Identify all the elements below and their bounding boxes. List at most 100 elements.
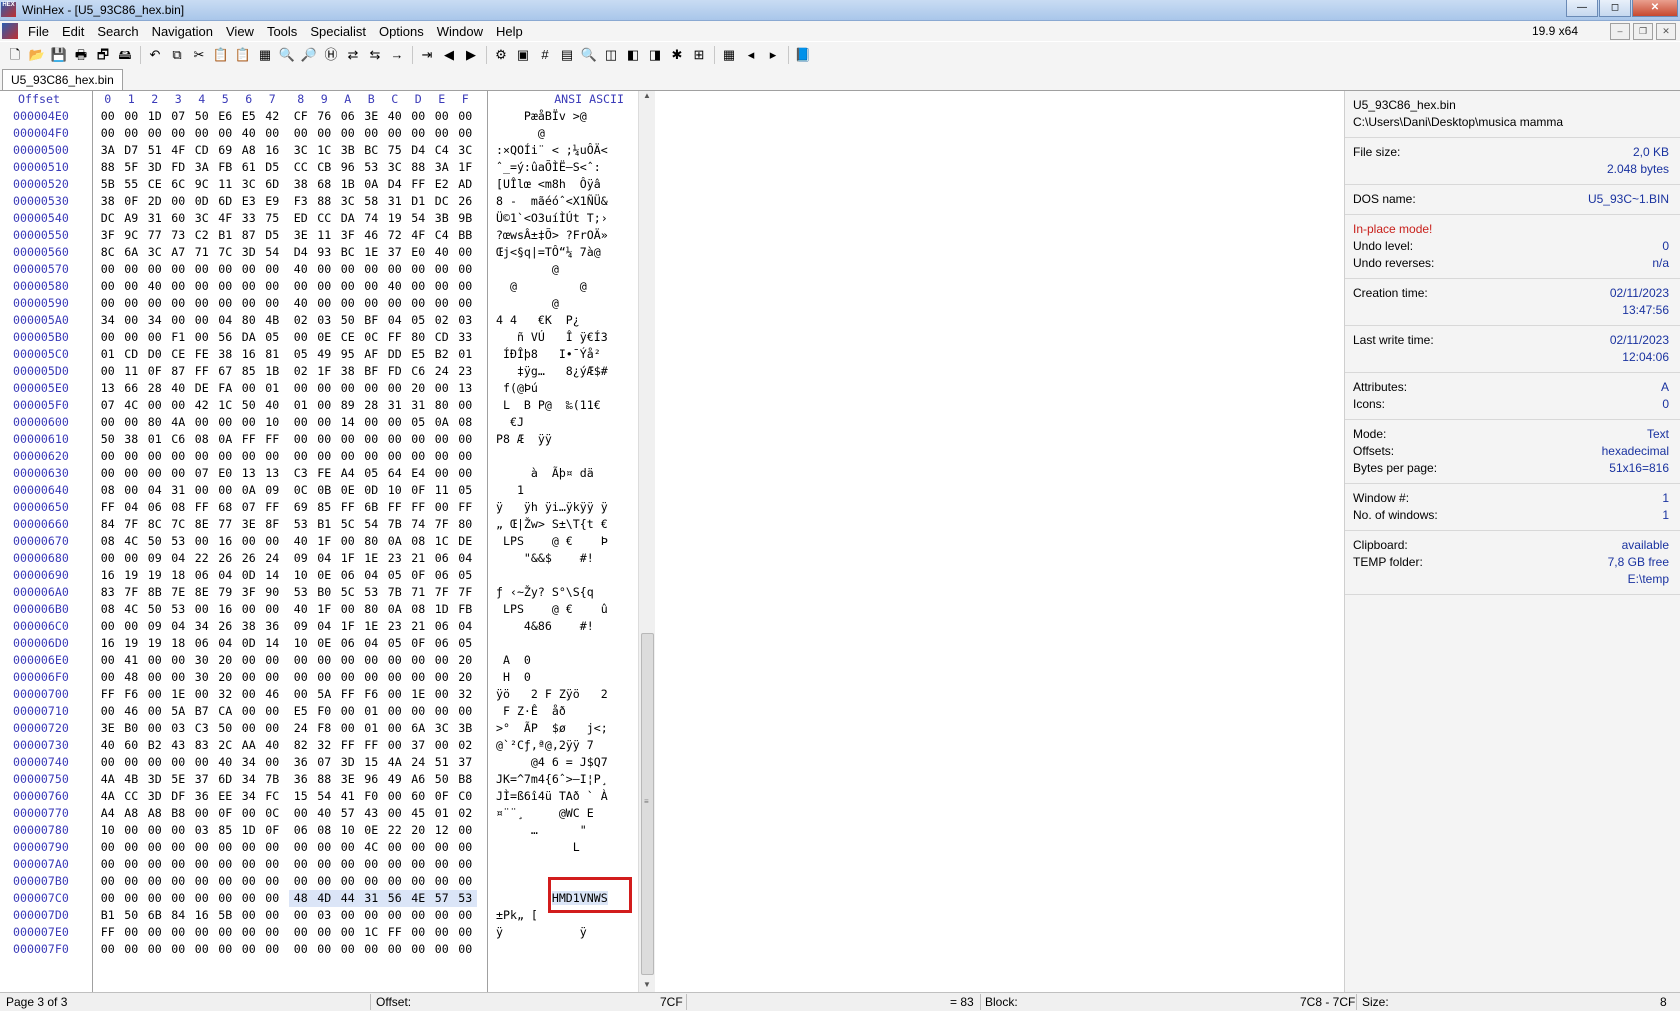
hex-byte[interactable]: 53 [289,584,313,601]
hex-byte[interactable]: 00 [96,839,120,856]
hex-byte[interactable]: 54 [407,210,431,227]
hex-byte[interactable]: 04 [120,499,144,516]
hex-row[interactable]: 08 4C 50 53 00 16 00 00 40 1F 00 80 0A 08 1C DE [96,533,486,550]
hex-byte[interactable]: 4C [120,397,144,414]
ansi-row[interactable]: ˆ_=ý:ûaÕÌË–S<ˆ: [496,159,630,176]
hex-byte[interactable]: 4C [120,533,144,550]
hex-byte[interactable]: 05 [454,567,478,584]
hex-byte[interactable]: BC [336,244,360,261]
hex-byte[interactable]: 00 [289,380,313,397]
hex-byte[interactable]: 4A [167,414,191,431]
ansi-row[interactable] [496,941,630,958]
hex-row[interactable]: 00 00 00 00 07 E0 13 13 C3 FE A4 05 64 E4 00 00 [96,465,486,482]
hex-byte[interactable]: 01 [289,397,313,414]
hex-byte[interactable]: 3F [96,227,120,244]
hex-byte[interactable]: 04 [167,618,191,635]
hex-byte[interactable]: E0 [214,465,238,482]
hex-byte[interactable]: 24 [407,754,431,771]
hex-row[interactable]: 3F 9C 77 73 C2 B1 87 D5 3E 11 3F 46 72 4F C4 BB [96,227,486,244]
hex-byte[interactable]: 00 [214,261,238,278]
hex-byte[interactable]: 00 [454,397,478,414]
ansi-row[interactable] [496,567,630,584]
hex-row[interactable]: 8C 6A 3C A7 71 7C 3D 54 D4 93 BC 1E 37 E0 40 00 [96,244,486,261]
hex-byte[interactable]: 00 [360,431,384,448]
menu-window[interactable]: Window [437,24,483,39]
hex-byte[interactable]: 01 [360,703,384,720]
hex-byte[interactable]: B1 [96,907,120,924]
hex-byte[interactable]: 00 [190,941,214,958]
ansi-row[interactable]: f(@Þú [496,380,630,397]
hex-byte[interactable]: 10 [289,567,313,584]
hex-byte[interactable]: 00 [454,431,478,448]
hex-byte[interactable]: 00 [261,873,285,890]
hex-byte[interactable]: 40 [383,278,407,295]
hex-byte[interactable]: 00 [430,465,454,482]
options-table-icon[interactable]: ▦ [720,46,738,64]
hex-byte[interactable]: 10 [336,822,360,839]
hex-byte[interactable]: 00 [407,669,431,686]
file-tab[interactable]: U5_93C86_hex.bin [2,69,123,90]
hex-byte[interactable]: 00 [120,414,144,431]
hex-byte[interactable]: 06 [143,499,167,516]
hex-byte[interactable]: A8 [143,805,167,822]
ansi-row[interactable] [496,635,630,652]
hex-byte[interactable]: 01 [96,346,120,363]
hex-row[interactable]: 08 4C 50 53 00 16 00 00 40 1F 00 80 0A 08 1D FB [96,601,486,618]
hex-byte[interactable]: 00 [261,669,285,686]
doc-close-button[interactable]: ✕ [1656,23,1676,40]
hex-byte[interactable]: 16 [261,142,285,159]
hex-byte[interactable]: 00 [289,856,313,873]
hex-byte[interactable]: 8E [190,516,214,533]
ansi-row[interactable]: [UÎlœ <m8h Ôÿâ­ [496,176,630,193]
hex-byte[interactable]: 19 [383,210,407,227]
hex-byte[interactable]: CF [289,108,313,125]
hex-row[interactable]: 13 66 28 40 DE FA 00 01 00 00 00 00 00 20 00 13 [96,380,486,397]
hex-byte[interactable]: 36 [289,754,313,771]
hex-byte[interactable]: 3A [430,159,454,176]
hex-byte[interactable]: 0A [383,533,407,550]
hex-byte[interactable]: 34 [96,312,120,329]
hex-byte[interactable]: 09 [289,618,313,635]
hex-byte[interactable]: 00 [336,703,360,720]
hex-byte[interactable]: 00 [237,703,261,720]
hex-byte[interactable]: 68 [214,499,238,516]
hex-byte[interactable]: 00 [214,448,238,465]
hex-byte[interactable]: 00 [237,261,261,278]
hex-byte[interactable]: 00 [383,686,407,703]
hex-byte[interactable]: 04 [167,550,191,567]
hex-byte[interactable]: F0 [360,788,384,805]
hex-byte[interactable]: 06 [336,108,360,125]
hex-byte[interactable]: 00 [313,397,337,414]
ansi-row[interactable]: F Z·Ê åð [496,703,630,720]
hex-byte[interactable]: 79 [214,584,238,601]
hex-byte[interactable]: 40 [261,737,285,754]
hex-byte[interactable]: 49 [383,771,407,788]
hex-byte[interactable]: 81 [261,346,285,363]
hex-row[interactable]: 00 00 09 04 34 26 38 36 09 04 1F 1E 23 21 06 04 [96,618,486,635]
hex-byte[interactable]: C4 [430,227,454,244]
hex-byte[interactable]: 00 [360,414,384,431]
hex-byte[interactable]: 00 [383,669,407,686]
hex-byte[interactable]: 08 [190,431,214,448]
hex-byte[interactable]: 00 [143,686,167,703]
hex-byte[interactable]: 2D [143,193,167,210]
hex-byte[interactable]: 00 [383,431,407,448]
hex-byte[interactable]: 00 [237,941,261,958]
hex-byte[interactable]: EE [214,788,238,805]
hex-byte[interactable]: 00 [167,125,191,142]
hex-byte[interactable]: 85 [237,363,261,380]
hex-byte[interactable]: 7C [214,244,238,261]
hex-byte[interactable]: 00 [120,839,144,856]
hex-byte[interactable]: 00 [167,941,191,958]
hex-byte[interactable]: 00 [313,261,337,278]
hex-byte[interactable]: 16 [214,601,238,618]
hex-byte[interactable]: 00 [261,941,285,958]
menu-search[interactable]: Search [97,24,138,39]
hash-icon[interactable]: # [536,46,554,64]
hex-byte[interactable]: 00 [360,278,384,295]
hex-byte[interactable]: 00 [143,448,167,465]
hex-byte[interactable]: 00 [336,295,360,312]
hex-byte[interactable]: 1F [336,618,360,635]
hex-byte[interactable]: 24 [289,720,313,737]
hex-byte[interactable]: F3 [289,193,313,210]
